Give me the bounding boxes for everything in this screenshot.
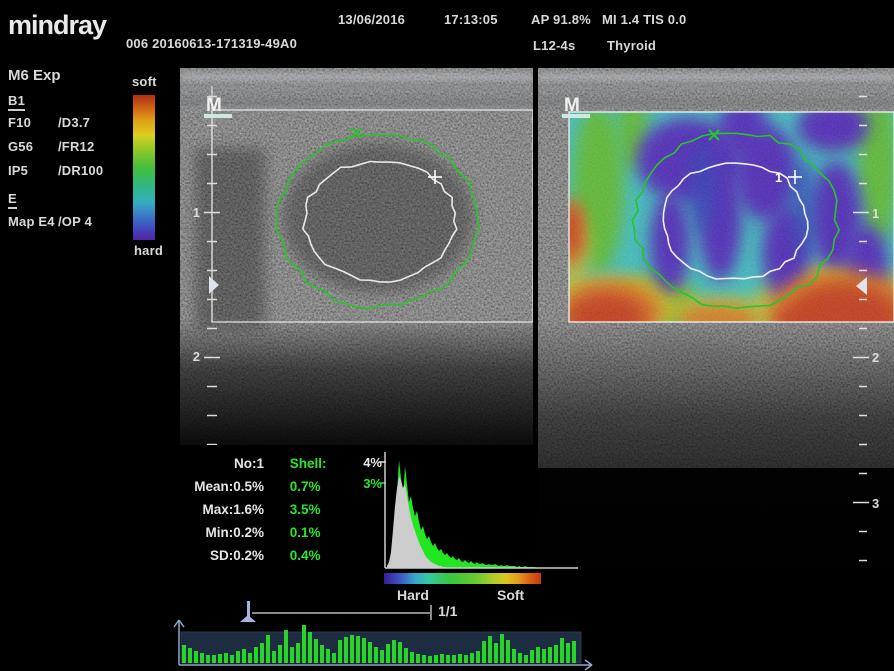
meas-mean-shell: 0.7% <box>290 475 321 498</box>
orientation-marker-right: M <box>564 95 580 116</box>
preset-label: Thyroid <box>607 38 656 53</box>
meas-mean-label: Mean:0.5% <box>176 475 264 498</box>
orientation-marker-left: M <box>206 95 222 116</box>
meas-shell-header: Shell: <box>290 452 327 475</box>
meas-sd-shell: 0.4% <box>290 544 321 567</box>
mi-tis-label: MI 1.4 TIS 0.0 <box>602 12 686 27</box>
meas-min-shell: 0.1% <box>290 521 321 544</box>
meas-max-shell: 3.5% <box>290 498 321 521</box>
ultrasound-screen: mindray 006 20160613-171319-49A0 13/06/2… <box>0 0 894 671</box>
colorbar-hard-label: hard <box>134 243 163 258</box>
hard-soft-gradient-bar <box>384 573 541 584</box>
exam-id: 006 20160613-171319-49A0 <box>126 36 297 51</box>
b-mode-section-label: B1 <box>8 93 25 111</box>
strain-quality-graph <box>168 616 608 671</box>
hard-label: Hard <box>397 587 429 603</box>
strain-histogram: 4% 3% <box>353 448 593 610</box>
orientation-marker-underline <box>562 114 590 118</box>
frame-slider-track[interactable] <box>252 612 432 614</box>
probe-label: L12-4s <box>533 38 575 53</box>
colorbar-soft-label: soft <box>132 74 157 89</box>
elasto-colorbar <box>133 95 155 240</box>
ruler-label: 2 <box>872 350 879 365</box>
e-param-map: Map E4 <box>8 214 55 229</box>
b-param-gain: G56 <box>8 139 33 154</box>
b-param-framerate: /FR12 <box>58 139 94 154</box>
mindray-logo: mindray <box>8 10 106 41</box>
date-label: 13/06/2016 <box>338 12 405 27</box>
system-model-label: M6 Exp <box>8 67 61 84</box>
e-param-op: /OP 4 <box>58 214 92 229</box>
soft-label: Soft <box>497 587 524 603</box>
orientation-marker-underline <box>204 114 232 118</box>
time-label: 17:13:05 <box>444 12 498 27</box>
ruler-label: 1 <box>872 206 879 221</box>
ruler-label: 3 <box>872 496 879 511</box>
e-mode-section-label: E <box>8 191 17 209</box>
b-mode-image: 1 2 M <box>180 68 533 445</box>
meas-max-label: Max:1.6% <box>176 498 264 521</box>
acoustic-power-label: AP 91.8% <box>531 12 591 27</box>
b-param-depth: /D3.7 <box>58 115 90 130</box>
meas-min-label: Min:0.2% <box>176 521 264 544</box>
trace-number-label: 1 <box>775 170 782 185</box>
meas-sd-label: SD:0.2% <box>176 544 264 567</box>
meas-no-label: No:1 <box>176 452 264 475</box>
ruler-label: 2 <box>193 349 200 364</box>
b-param-dr: /DR100 <box>58 163 103 178</box>
b-param-frequency: F10 <box>8 115 31 130</box>
b-param-ip: IP5 <box>8 163 28 178</box>
ruler-label: 1 <box>193 205 200 220</box>
